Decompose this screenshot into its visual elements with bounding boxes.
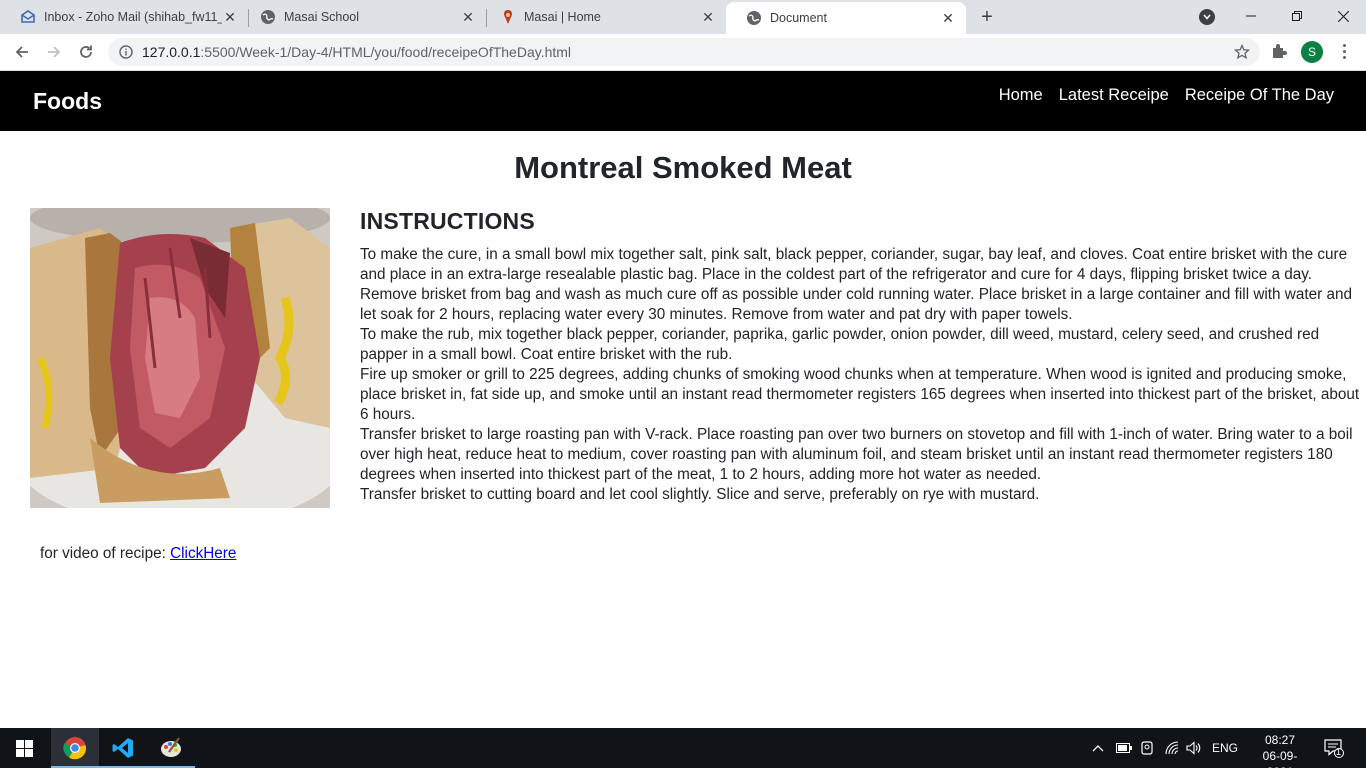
bookmark-star-icon[interactable]: [1233, 43, 1251, 60]
restore-button[interactable]: [1274, 0, 1320, 32]
nav-link-latest-receipe[interactable]: Latest Receipe: [1059, 86, 1169, 105]
video-link[interactable]: ClickHere: [170, 545, 236, 562]
url-host: 127.0.0.1: [142, 44, 201, 60]
close-window-button[interactable]: [1320, 0, 1366, 32]
brand-logo[interactable]: Foods: [33, 88, 102, 115]
close-tab-icon[interactable]: ✕: [700, 9, 716, 25]
profile-avatar[interactable]: S: [1301, 41, 1323, 63]
windows-start-icon[interactable]: [0, 728, 48, 768]
close-tab-icon[interactable]: ✕: [460, 9, 476, 25]
extensions-puzzle-icon[interactable]: [1270, 42, 1288, 60]
tab-title: Masai | Home: [524, 10, 601, 24]
show-hidden-icons[interactable]: [1092, 728, 1104, 768]
masai-logo-icon: [500, 9, 516, 25]
recipe-title: Montreal Smoked Meat: [514, 150, 852, 185]
instructions-heading: INSTRUCTIONS: [360, 208, 535, 234]
clock-date: 06-09-2021: [1262, 749, 1298, 768]
instructions-list: To make the cure, in a small bowl mix to…: [360, 245, 1360, 505]
paint-taskbar-icon[interactable]: [147, 728, 195, 768]
tab-title: Document: [770, 11, 827, 25]
wifi-icon[interactable]: [1164, 728, 1180, 768]
reload-button[interactable]: [74, 40, 98, 64]
forward-button[interactable]: [42, 40, 66, 64]
tab-title: Masai School: [284, 10, 360, 24]
notification-count: 1: [1336, 747, 1342, 757]
tab-document[interactable]: Document ✕: [726, 2, 966, 34]
tab-title: Inbox - Zoho Mail (shihab_fw11_: [44, 10, 222, 24]
recipe-photo: [30, 208, 330, 508]
volume-icon[interactable]: [1186, 728, 1202, 768]
close-tab-icon[interactable]: ✕: [222, 9, 238, 25]
browser-menu-icon[interactable]: [1337, 42, 1351, 60]
minimize-button[interactable]: [1228, 0, 1274, 32]
zoho-mail-icon: [20, 9, 36, 25]
nav-link-home[interactable]: Home: [999, 86, 1043, 105]
instruction-step: Transfer brisket to cutting board and le…: [360, 486, 1040, 503]
globe-icon: [746, 10, 762, 26]
instruction-step: To make the cure, in a small bowl mix to…: [360, 246, 1348, 283]
video-recipe-line: for video of recipe: ClickHere: [40, 545, 236, 563]
instruction-step: Transfer brisket to large roasting pan w…: [360, 426, 1353, 483]
clock-time: 08:27: [1264, 733, 1296, 747]
chrome-taskbar-icon[interactable]: [51, 728, 99, 768]
tab-zoho-mail[interactable]: Inbox - Zoho Mail (shihab_fw11_ ✕: [0, 0, 248, 34]
browser-toolbar: 127.0.0.1:5500/Week-1/Day-4/HTML/you/foo…: [0, 34, 1366, 71]
nav-links: Home Latest Receipe Receipe Of The Day: [999, 86, 1334, 105]
notifications-icon[interactable]: 1: [1324, 728, 1344, 768]
address-bar[interactable]: 127.0.0.1:5500/Week-1/Day-4/HTML/you/foo…: [108, 38, 1260, 66]
system-clock[interactable]: 08:27 06-09-2021: [1250, 732, 1310, 768]
tab-search-icon[interactable]: [1199, 9, 1215, 25]
url-path: :5500/Week-1/Day-4/HTML/you/food/receipe…: [200, 44, 572, 60]
nav-link-receipe-of-the-day[interactable]: Receipe Of The Day: [1185, 86, 1334, 105]
windows-taskbar: ENG 08:27 06-09-2021 1: [0, 728, 1366, 768]
instruction-step: Remove brisket from bag and wash as much…: [360, 286, 1352, 323]
instruction-step: Fire up smoker or grill to 225 degrees, …: [360, 366, 1360, 423]
video-label: for video of recipe:: [40, 545, 171, 562]
info-icon[interactable]: [118, 44, 134, 60]
globe-icon: [260, 9, 276, 25]
browser-tab-strip: Inbox - Zoho Mail (shihab_fw11_ ✕ Masai …: [0, 0, 1366, 34]
vscode-taskbar-icon[interactable]: [99, 728, 147, 768]
tab-masai-home[interactable]: Masai | Home ✕: [480, 0, 726, 34]
site-navbar: Foods Home Latest Receipe Receipe Of The…: [0, 71, 1366, 131]
tab-masai-school[interactable]: Masai School ✕: [240, 0, 486, 34]
close-tab-icon[interactable]: ✕: [940, 10, 956, 26]
battery-icon[interactable]: [1116, 728, 1132, 768]
new-tab-button[interactable]: +: [976, 6, 998, 28]
input-language[interactable]: ENG: [1212, 728, 1238, 768]
instruction-step: To make the rub, mix together black pepp…: [360, 326, 1320, 363]
meet-now-icon[interactable]: [1140, 728, 1154, 768]
url-text: 127.0.0.1:5500/Week-1/Day-4/HTML/you/foo…: [142, 44, 571, 60]
back-button[interactable]: [10, 40, 34, 64]
